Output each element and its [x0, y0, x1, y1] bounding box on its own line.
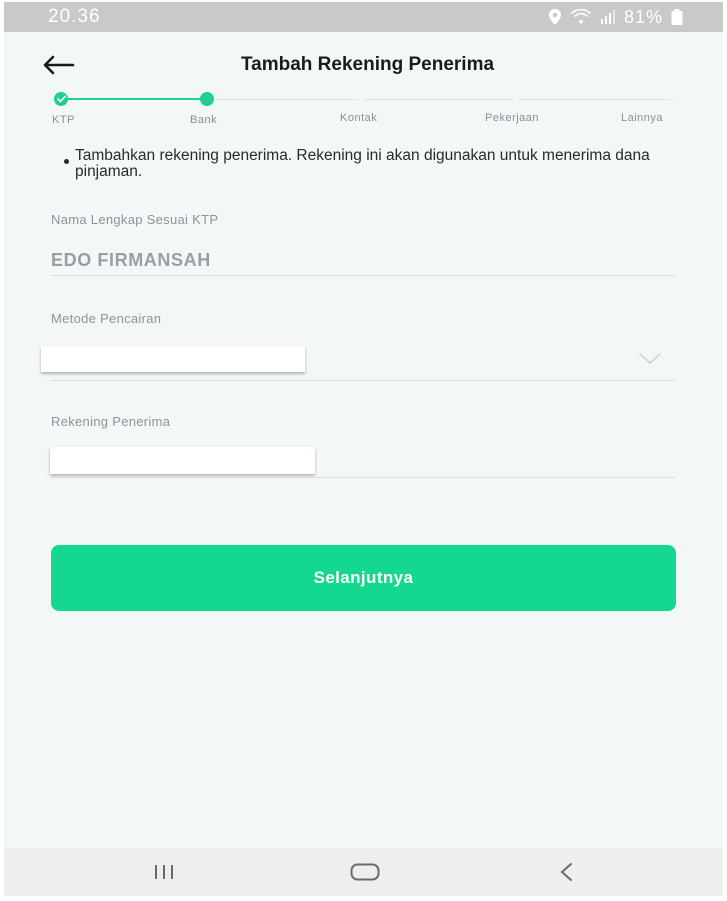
- signal-icon: [600, 10, 615, 24]
- back-chevron-icon: [560, 863, 572, 881]
- step-bank-current-dot: [200, 92, 214, 106]
- name-field-underline: [51, 275, 675, 276]
- step-ktp-complete-dot: [54, 92, 68, 106]
- name-field-label: Nama Lengkap Sesuai KTP: [51, 212, 219, 227]
- info-note: Tambahkan rekening penerima. Rekening in…: [64, 148, 663, 180]
- battery-level: 81%: [623, 6, 663, 27]
- step-label-lainnya: Lainnya: [621, 112, 664, 124]
- method-field-label: Metode Pencairan: [51, 311, 162, 326]
- app-header: Tambah Rekening Penerima: [4, 48, 723, 82]
- method-field-underline: [51, 380, 675, 381]
- home-icon: [350, 863, 380, 881]
- home-button[interactable]: [335, 848, 395, 896]
- recents-icon: [155, 865, 173, 879]
- recents-button[interactable]: [134, 848, 194, 896]
- bullet-point: [64, 159, 69, 164]
- system-back-button[interactable]: [536, 848, 596, 896]
- status-bar: 20.36 81%: [4, 2, 723, 32]
- name-field-value: EDO FIRMANSAH: [51, 250, 211, 270]
- step-label-pekerjaan: Pekerjaan: [485, 112, 540, 124]
- step-label-kontak: Kontak: [340, 112, 378, 124]
- info-text: Tambahkan rekening penerima. Rekening in…: [75, 147, 650, 180]
- account-field-underline: [51, 477, 675, 478]
- account-input[interactable]: [50, 447, 315, 474]
- screen: 20.36 81% Tambah Rekening Penerima KTP B…: [4, 2, 723, 896]
- method-select[interactable]: [41, 346, 305, 372]
- location-icon: [548, 9, 561, 25]
- chevron-down-icon[interactable]: [638, 352, 662, 366]
- step-label-ktp: KTP: [52, 114, 75, 126]
- next-button[interactable]: Selanjutnya: [51, 545, 676, 611]
- progress-stepper: KTP Bank Kontak Pekerjaan Lainnya: [4, 90, 723, 130]
- check-icon: [56, 95, 66, 103]
- wifi-icon: [570, 9, 592, 24]
- status-time: 20.36: [48, 6, 101, 27]
- battery-icon: [671, 9, 683, 25]
- stepper-progress-line: [60, 98, 208, 100]
- step-label-bank: Bank: [190, 114, 218, 126]
- status-icons: 81%: [548, 7, 683, 28]
- page-title: Tambah Rekening Penerima: [240, 54, 495, 75]
- stepper-remaining-line: [208, 99, 678, 100]
- system-nav-bar: [4, 848, 723, 896]
- account-field-label: Rekening Penerima: [51, 414, 171, 429]
